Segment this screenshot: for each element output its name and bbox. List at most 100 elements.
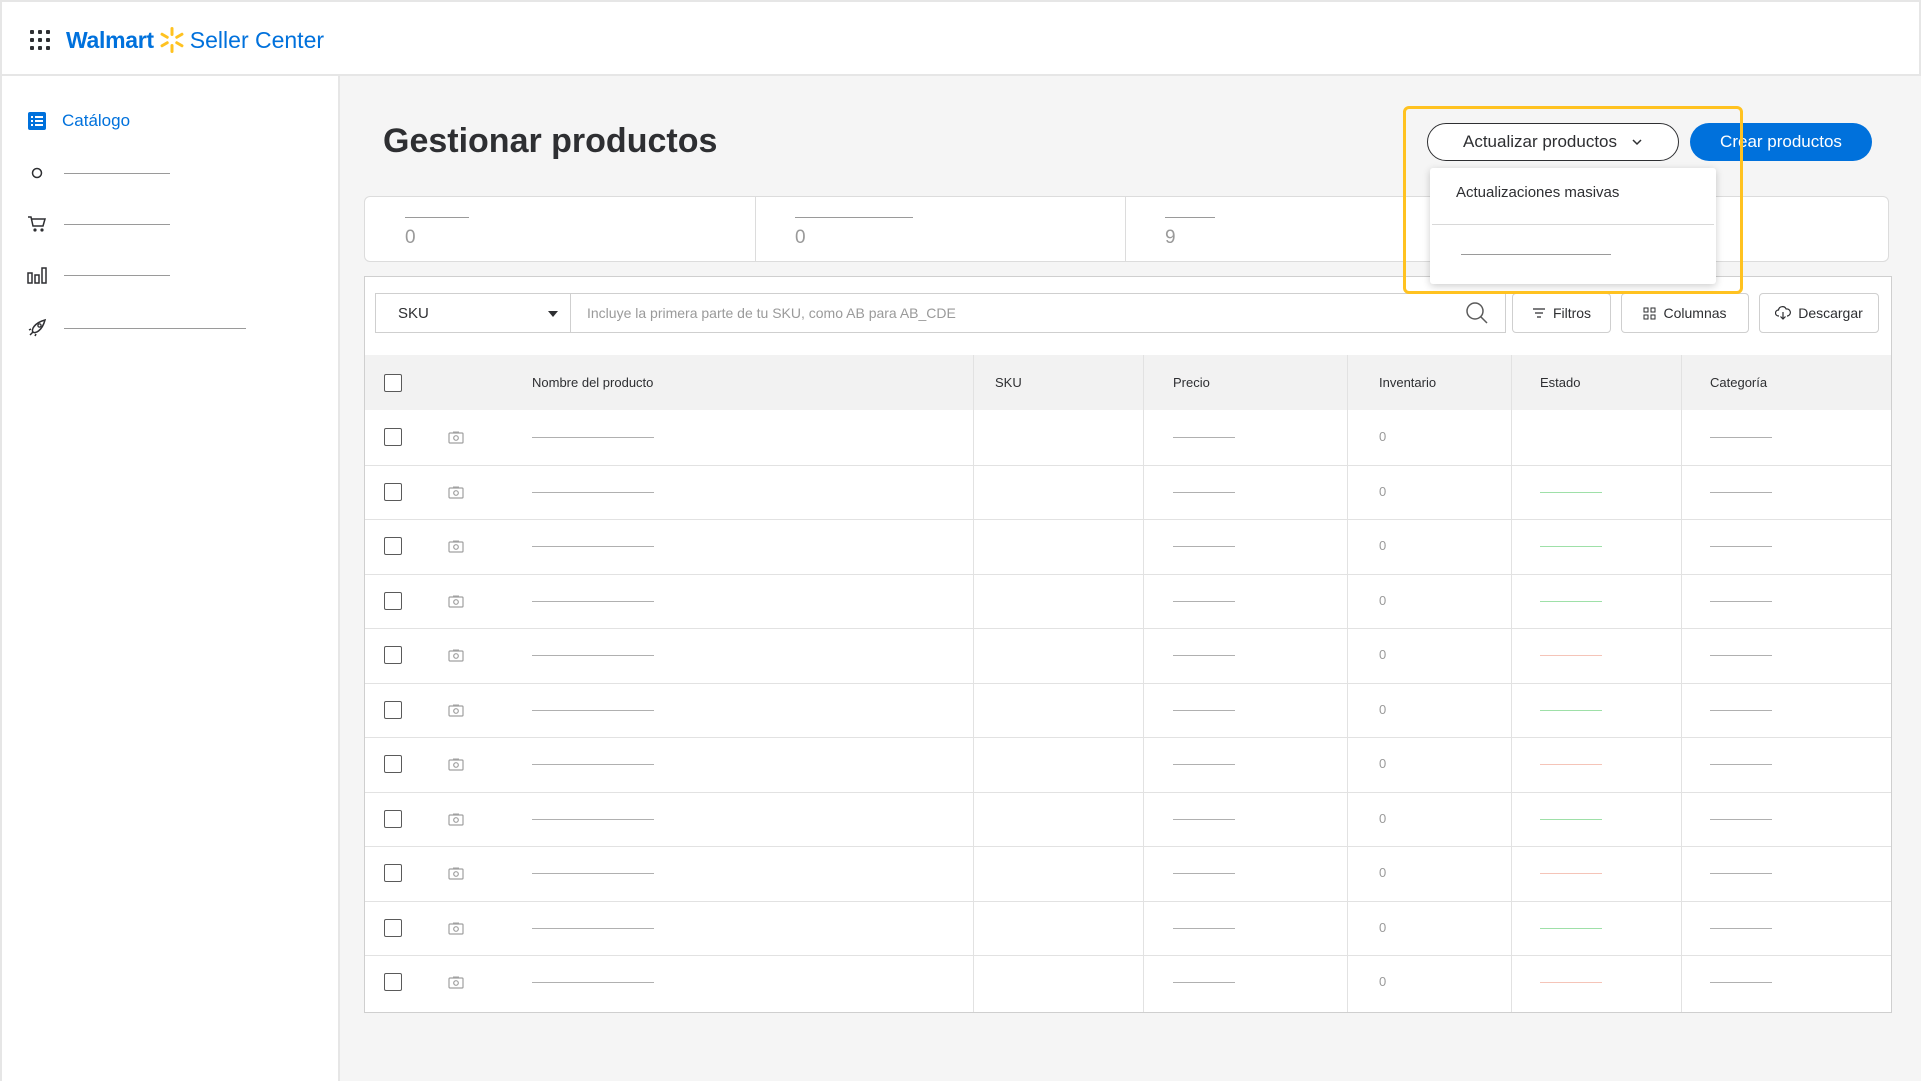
row-checkbox[interactable] xyxy=(384,646,402,665)
row-checkbox[interactable] xyxy=(384,864,402,883)
header-product-name[interactable]: Nombre del producto xyxy=(532,375,653,390)
sidebar-item-catalogo[interactable]: Catálogo xyxy=(26,110,130,132)
download-label: Descargar xyxy=(1798,305,1863,321)
row-divider xyxy=(365,464,1891,466)
product-name-placeholder[interactable] xyxy=(532,600,654,602)
column-divider xyxy=(1143,355,1144,1012)
header-status[interactable]: Estado xyxy=(1540,375,1580,390)
download-button[interactable]: Descargar xyxy=(1759,293,1879,333)
price-placeholder xyxy=(1173,927,1235,929)
circle-icon xyxy=(26,162,48,184)
menu-item-bulk-updates[interactable]: Actualizaciones masivas xyxy=(1456,184,1619,201)
menu-item-placeholder[interactable] xyxy=(1461,254,1611,255)
status-placeholder xyxy=(1540,764,1602,766)
product-name-placeholder[interactable] xyxy=(532,655,654,657)
price-placeholder xyxy=(1173,818,1235,820)
sidebar-item-placeholder-line xyxy=(64,274,170,276)
price-placeholder xyxy=(1173,764,1235,766)
category-placeholder xyxy=(1710,655,1772,657)
price-placeholder xyxy=(1173,546,1235,548)
filter-icon xyxy=(1532,308,1545,318)
product-name-placeholder[interactable] xyxy=(532,818,654,820)
product-name-placeholder[interactable] xyxy=(532,873,654,875)
price-placeholder xyxy=(1173,873,1235,875)
page-title: Gestionar productos xyxy=(383,122,718,160)
row-checkbox[interactable] xyxy=(384,482,402,501)
product-image-icon xyxy=(448,431,464,444)
product-name-placeholder[interactable] xyxy=(532,982,654,984)
stat-value: 0 xyxy=(405,227,416,248)
product-name-placeholder[interactable] xyxy=(532,927,654,929)
row-checkbox[interactable] xyxy=(384,700,402,719)
search-icon[interactable] xyxy=(1465,301,1489,325)
inventory-value: 0 xyxy=(1379,865,1387,881)
apps-grid-icon[interactable] xyxy=(30,30,50,50)
logo-walmart-text: Walmart xyxy=(66,26,154,53)
column-divider xyxy=(973,355,974,1012)
inventory-value: 0 xyxy=(1379,701,1387,717)
product-name-placeholder[interactable] xyxy=(532,437,654,439)
search-field-select[interactable]: SKU xyxy=(375,293,571,333)
product-name-placeholder[interactable] xyxy=(532,709,654,711)
product-image-icon xyxy=(448,704,464,717)
row-checkbox[interactable] xyxy=(384,428,402,447)
columns-grid-icon xyxy=(1643,307,1656,319)
update-products-button[interactable]: Actualizar productos xyxy=(1427,123,1679,161)
sidebar-item-label: Catálogo xyxy=(62,111,131,130)
sidebar: Catálogo xyxy=(0,76,340,1081)
inventory-value: 0 xyxy=(1379,974,1387,990)
stat-label-placeholder xyxy=(405,217,469,218)
inventory-value: 0 xyxy=(1379,810,1387,826)
row-checkbox[interactable] xyxy=(384,973,402,992)
price-placeholder xyxy=(1173,600,1235,602)
create-products-button[interactable]: Crear productos xyxy=(1690,123,1872,161)
sidebar-item-placeholder-line xyxy=(64,223,170,225)
stat-card[interactable]: 0 xyxy=(755,197,1125,261)
header-price[interactable]: Precio xyxy=(1173,375,1210,390)
row-checkbox[interactable] xyxy=(384,755,402,774)
walmart-seller-center-logo[interactable]: Walmart Seller Center xyxy=(66,24,324,56)
select-all-checkbox[interactable] xyxy=(384,374,402,392)
rocket-icon xyxy=(26,317,48,339)
product-image-icon xyxy=(448,813,464,826)
price-placeholder xyxy=(1173,709,1235,711)
price-placeholder xyxy=(1173,655,1235,657)
product-image-icon xyxy=(448,486,464,499)
header-inventory[interactable]: Inventario xyxy=(1379,375,1436,390)
filters-button[interactable]: Filtros xyxy=(1512,293,1611,333)
row-checkbox[interactable] xyxy=(384,591,402,610)
category-placeholder xyxy=(1710,927,1772,929)
sidebar-item-2[interactable] xyxy=(26,162,170,184)
sku-search-input[interactable] xyxy=(571,293,1506,333)
category-placeholder xyxy=(1710,982,1772,984)
product-name-placeholder[interactable] xyxy=(532,546,654,548)
category-placeholder xyxy=(1710,600,1772,602)
chevron-down-icon xyxy=(1632,139,1642,146)
row-divider xyxy=(365,628,1891,629)
stat-card[interactable]: 0 xyxy=(365,197,755,261)
row-divider xyxy=(365,955,1891,956)
inventory-value: 0 xyxy=(1379,538,1387,554)
header-category[interactable]: Categoría xyxy=(1710,375,1767,390)
cloud-download-icon xyxy=(1775,306,1792,320)
category-placeholder xyxy=(1710,709,1772,711)
product-image-icon xyxy=(448,540,464,553)
sidebar-item-5[interactable] xyxy=(26,317,246,339)
row-checkbox[interactable] xyxy=(384,918,402,937)
cart-icon xyxy=(26,213,48,235)
status-placeholder xyxy=(1540,491,1602,493)
stat-value: 9 xyxy=(1165,227,1176,248)
caret-down-icon xyxy=(548,311,558,317)
row-checkbox[interactable] xyxy=(384,537,402,556)
product-name-placeholder[interactable] xyxy=(532,764,654,766)
row-checkbox[interactable] xyxy=(384,809,402,828)
header-sku[interactable]: SKU xyxy=(995,375,1022,390)
columns-button[interactable]: Columnas xyxy=(1621,293,1749,333)
product-name-placeholder[interactable] xyxy=(532,491,654,493)
bar-chart-icon xyxy=(26,264,48,286)
category-placeholder xyxy=(1710,818,1772,820)
row-divider xyxy=(365,573,1891,575)
category-placeholder xyxy=(1710,873,1772,875)
sidebar-item-4[interactable] xyxy=(26,264,170,286)
sidebar-item-3[interactable] xyxy=(26,213,170,235)
